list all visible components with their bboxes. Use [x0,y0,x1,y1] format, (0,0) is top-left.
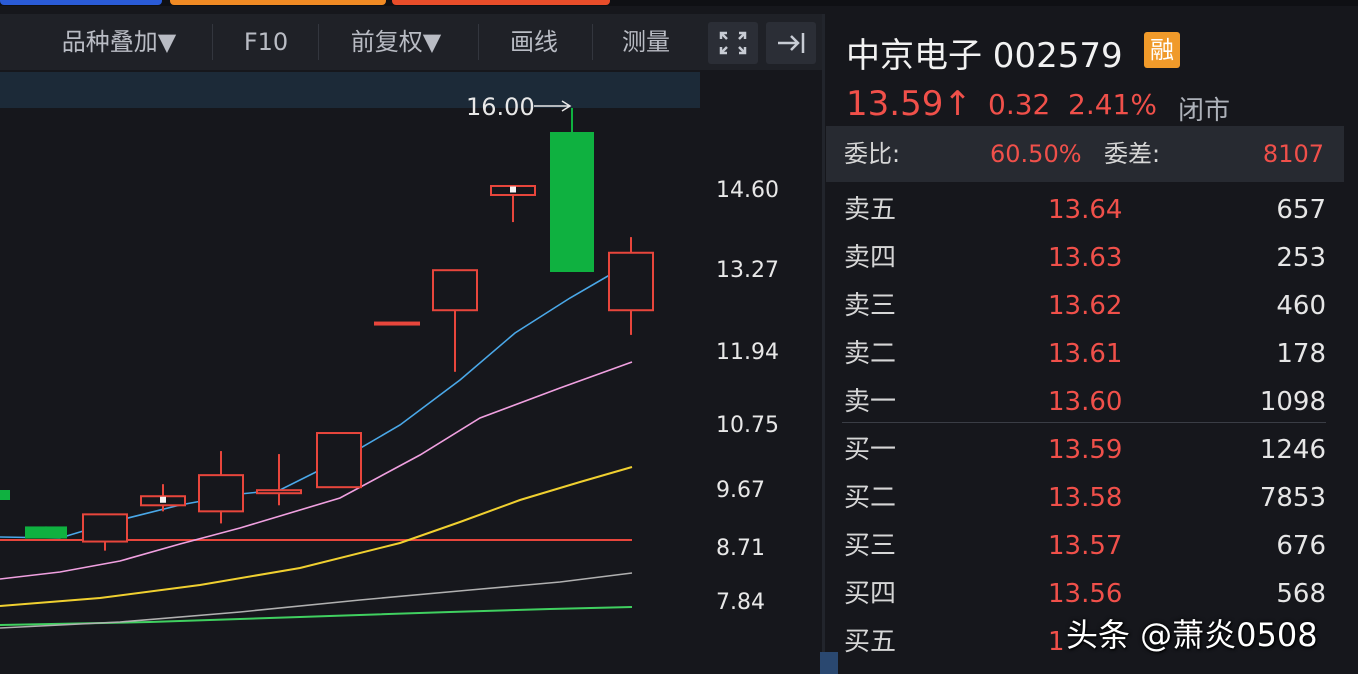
candle-marker [160,496,166,503]
candle-body [198,474,244,513]
price-tick-label: 11.94 [716,340,779,365]
orderbook-price: 13.63 [1048,243,1123,273]
orderbook-price: 13.62 [1048,291,1123,321]
peak-arrow-icon [534,100,572,112]
price-tick-label: 13.27 [716,258,779,283]
panel-divider [822,14,825,674]
orderbook-row[interactable]: 卖四 13.63 253 [826,234,1326,282]
orderbook-vol: 253 [1276,243,1326,273]
weibi-label: 委比: [844,140,901,168]
weicha-label: 委差: [1104,140,1161,168]
orderbook-price: 13.60 [1048,387,1123,417]
price-change-pct: 2.41% [1068,88,1157,121]
ma5-line [0,261,633,539]
orderbook-label: 买四 [844,579,897,609]
weibi-value: 60.50% [990,140,1082,168]
candle-body [608,251,654,312]
expand-icon [719,31,747,55]
orderbook-vol: 657 [1276,195,1326,225]
orderbook-label: 买二 [844,483,897,513]
ma60-line [0,606,633,626]
orderbook-label: 卖二 [844,339,897,369]
orderbook-row[interactable]: 卖三 13.62 460 [826,282,1326,330]
orderbook-label: 卖三 [844,291,897,321]
orderbook-price: 13.64 [1048,195,1123,225]
orderbook-label: 卖五 [844,195,897,225]
ask-bid-divider [842,422,1326,423]
candlestick-chart[interactable]: 16.00 [0,0,700,674]
orderbook-row[interactable]: 卖二 13.61 178 [826,330,1326,378]
orderbook-price: 13.59 [1048,435,1123,465]
candle-marker [510,186,516,193]
market-status: 闭市 [1178,96,1231,126]
offscreen-candle-stub [0,490,10,500]
orderbook-row[interactable]: 买二 13.58 7853 [826,474,1326,522]
fullscreen-button[interactable] [708,22,758,64]
orderbook-row[interactable]: 卖五 13.64 657 [826,186,1326,234]
price-change: 0.32 [988,88,1051,121]
candle-body [82,513,128,543]
orderbook-price: 1 [1048,627,1065,657]
watermark: 头条 @萧炎0508 [1066,616,1318,654]
orderbook-row[interactable]: 卖一 13.60 1098 [826,378,1326,426]
candle-body [432,269,478,312]
orderbook-price: 13.58 [1048,483,1123,513]
price-tick-label: 9.67 [716,478,765,503]
orderbook-price: 13.61 [1048,339,1123,369]
orderbook-vol: 1098 [1259,387,1326,417]
orderbook-row[interactable]: 买一 13.59 1246 [826,426,1326,474]
candle-body [316,432,362,489]
price-tick-label: 7.84 [716,590,765,615]
orderbook-vol: 178 [1276,339,1326,369]
order-ratio-bar: 委比: 60.50% 委差: 8107 [826,126,1344,182]
price-tick-label: 8.71 [716,536,765,561]
candle-group [25,108,654,551]
orderbook-label: 买三 [844,531,897,561]
peak-price-label: 16.00 [466,93,535,121]
orderbook-label: 买一 [844,435,897,465]
orderbook-price: 13.57 [1048,531,1123,561]
orderbook-label: 卖一 [844,387,897,417]
collapse-panel-button[interactable] [766,22,816,64]
orderbook-label: 卖四 [844,243,897,273]
orderbook-vol: 7853 [1259,483,1326,513]
orderbook-row[interactable]: 买三 13.57 676 [826,522,1326,570]
orderbook-vol: 460 [1276,291,1326,321]
price-tick-label: 10.75 [716,413,779,438]
orderbook-vol: 1246 [1259,435,1326,465]
candle-body [25,526,67,539]
quote-panel: 中京电子 002579 融 13.59↑ 0.32 2.41% 闭市 委比: 6… [826,14,1358,674]
orderbook-label: 买五 [844,627,897,657]
stock-name-code: 中京电子 002579 [846,36,1123,76]
price-tick-label: 14.60 [716,178,779,203]
orderbook-vol: 676 [1276,531,1326,561]
candle-body [374,321,420,326]
ma30-line [0,572,633,629]
weicha-value: 8107 [1262,140,1324,168]
candle-body [550,132,594,272]
scroll-indicator[interactable] [820,652,838,674]
last-price: 13.59↑ [846,84,972,124]
candle-body [256,489,302,495]
arrow-to-right-icon [778,33,805,53]
margin-badge: 融 [1144,32,1180,68]
